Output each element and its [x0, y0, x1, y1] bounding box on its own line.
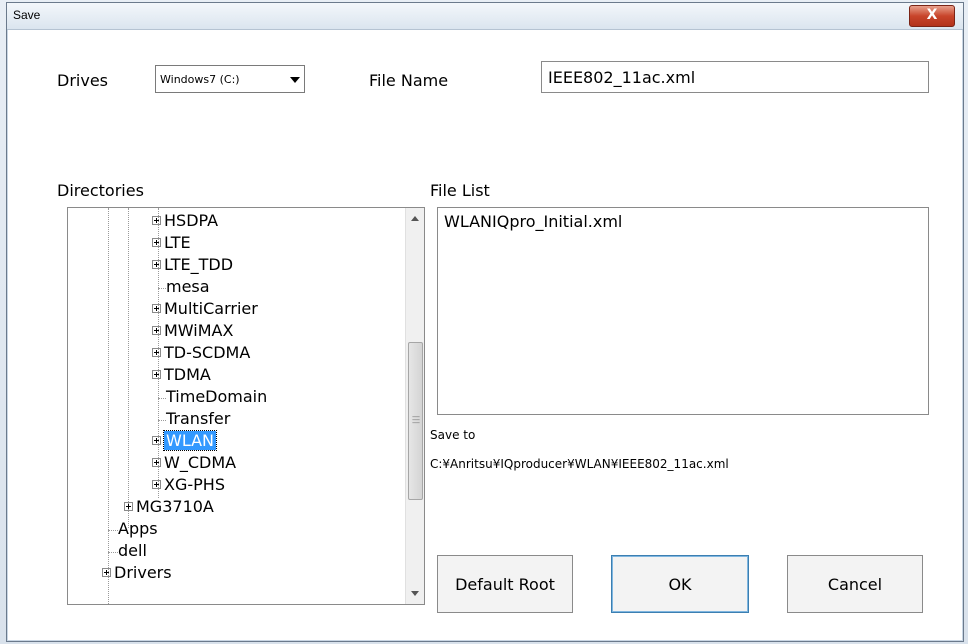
tree-item-label-selected: WLAN — [162, 430, 218, 451]
tree-item-label: Drivers — [114, 563, 172, 582]
file-list-box[interactable]: WLANIQpro_Initial.xml — [437, 207, 929, 415]
expand-plus-icon[interactable] — [152, 304, 161, 313]
tree-item-label: dell — [118, 541, 147, 560]
tree-item-w-cdma[interactable]: W_CDMA — [152, 452, 236, 474]
tree-item-lte[interactable]: LTE — [152, 232, 191, 254]
scroll-up-arrow-icon[interactable] — [411, 216, 419, 221]
tree-connector — [158, 288, 166, 289]
expand-plus-icon[interactable] — [124, 502, 133, 511]
save-to-path: C:¥Anritsu¥IQproducer¥WLAN¥IEEE802_11ac.… — [430, 457, 729, 471]
file-list-label: File List — [430, 181, 490, 200]
default-root-button[interactable]: Default Root — [437, 555, 573, 613]
tree-item-label: LTE_TDD — [164, 255, 234, 274]
expand-plus-icon[interactable] — [102, 568, 111, 577]
tree-item-label: Apps — [118, 519, 158, 538]
cancel-button[interactable]: Cancel — [787, 555, 923, 613]
expand-plus-icon[interactable] — [152, 238, 161, 247]
tree-item-mwimax[interactable]: MWiMAX — [152, 320, 233, 342]
chevron-down-icon[interactable] — [290, 77, 300, 83]
tree-item-multicarrier[interactable]: MultiCarrier — [152, 298, 258, 320]
expand-plus-icon[interactable] — [152, 436, 161, 445]
save-to-label: Save to — [430, 428, 476, 442]
tree-connector — [108, 552, 118, 553]
drives-dropdown[interactable]: Windows7 (C:) — [155, 65, 305, 93]
directories-tree[interactable]: HSDPA LTE LTE_TDD mesa MultiCarrier MWiM… — [67, 207, 425, 605]
expand-plus-icon[interactable] — [152, 326, 161, 335]
ok-button[interactable]: OK — [611, 555, 749, 613]
directories-label: Directories — [57, 181, 144, 200]
expand-plus-icon[interactable] — [152, 216, 161, 225]
file-list-item[interactable]: WLANIQpro_Initial.xml — [444, 212, 622, 231]
tree-item-td-scdma[interactable]: TD-SCDMA — [152, 342, 250, 364]
expand-plus-icon[interactable] — [152, 458, 161, 467]
drives-label: Drives — [57, 71, 108, 90]
scrollbar-thumb[interactable]: — — — — [408, 342, 423, 500]
grip-icon: — — — — [412, 412, 420, 427]
tree-item-label: LTE — [164, 233, 191, 252]
close-button[interactable]: X — [909, 5, 955, 27]
tree-item-dell[interactable]: dell — [118, 540, 147, 562]
drives-selected-value: Windows7 (C:) — [160, 73, 240, 86]
window-title: Save — [13, 8, 41, 22]
tree-item-label: MWiMAX — [164, 321, 234, 340]
tree-guide-line — [108, 208, 109, 604]
tree-item-hsdpa[interactable]: HSDPA — [152, 210, 218, 232]
tree-item-label: Transfer — [166, 409, 231, 428]
tree-connector — [158, 398, 166, 399]
expand-plus-icon[interactable] — [152, 348, 161, 357]
directories-scrollbar[interactable]: — — — — [405, 208, 424, 604]
tree-item-apps[interactable]: Apps — [118, 518, 158, 540]
tree-item-lte-tdd[interactable]: LTE_TDD — [152, 254, 233, 276]
tree-item-label: mesa — [166, 277, 210, 296]
tree-item-transfer[interactable]: Transfer — [166, 408, 230, 430]
scroll-down-arrow-icon[interactable] — [411, 591, 419, 596]
dialog-client-area: Drives Windows7 (C:) File Name Directori… — [11, 31, 957, 635]
tree-connector — [108, 530, 118, 531]
tree-item-wlan[interactable]: WLAN — [152, 430, 218, 452]
tree-item-label: MultiCarrier — [164, 299, 258, 318]
tree-guide-line — [128, 208, 129, 528]
file-name-input[interactable] — [541, 61, 929, 93]
tree-item-label: MG3710A — [136, 497, 214, 516]
expand-plus-icon[interactable] — [152, 480, 161, 489]
expand-plus-icon[interactable] — [152, 370, 161, 379]
tree-item-label: TD-SCDMA — [164, 343, 251, 362]
tree-item-label: TimeDomain — [166, 387, 268, 406]
tree-item-drivers[interactable]: Drivers — [102, 562, 172, 584]
tree-item-timedomain[interactable]: TimeDomain — [166, 386, 267, 408]
tree-item-mesa[interactable]: mesa — [166, 276, 210, 298]
tree-item-label: HSDPA — [164, 211, 219, 230]
title-bar[interactable]: Save X — [7, 3, 963, 30]
tree-item-mg3710a[interactable]: MG3710A — [124, 496, 214, 518]
save-dialog: Save X Drives Windows7 (C:) File Name Di… — [6, 2, 964, 642]
file-name-label: File Name — [369, 71, 449, 90]
tree-item-label: TDMA — [164, 365, 211, 384]
tree-item-label: W_CDMA — [164, 453, 237, 472]
tree-item-label: XG-PHS — [164, 475, 225, 494]
expand-plus-icon[interactable] — [152, 260, 161, 269]
tree-connector — [158, 420, 166, 421]
tree-item-tdma[interactable]: TDMA — [152, 364, 211, 386]
tree-item-xg-phs[interactable]: XG-PHS — [152, 474, 225, 496]
close-icon: X — [926, 7, 938, 23]
